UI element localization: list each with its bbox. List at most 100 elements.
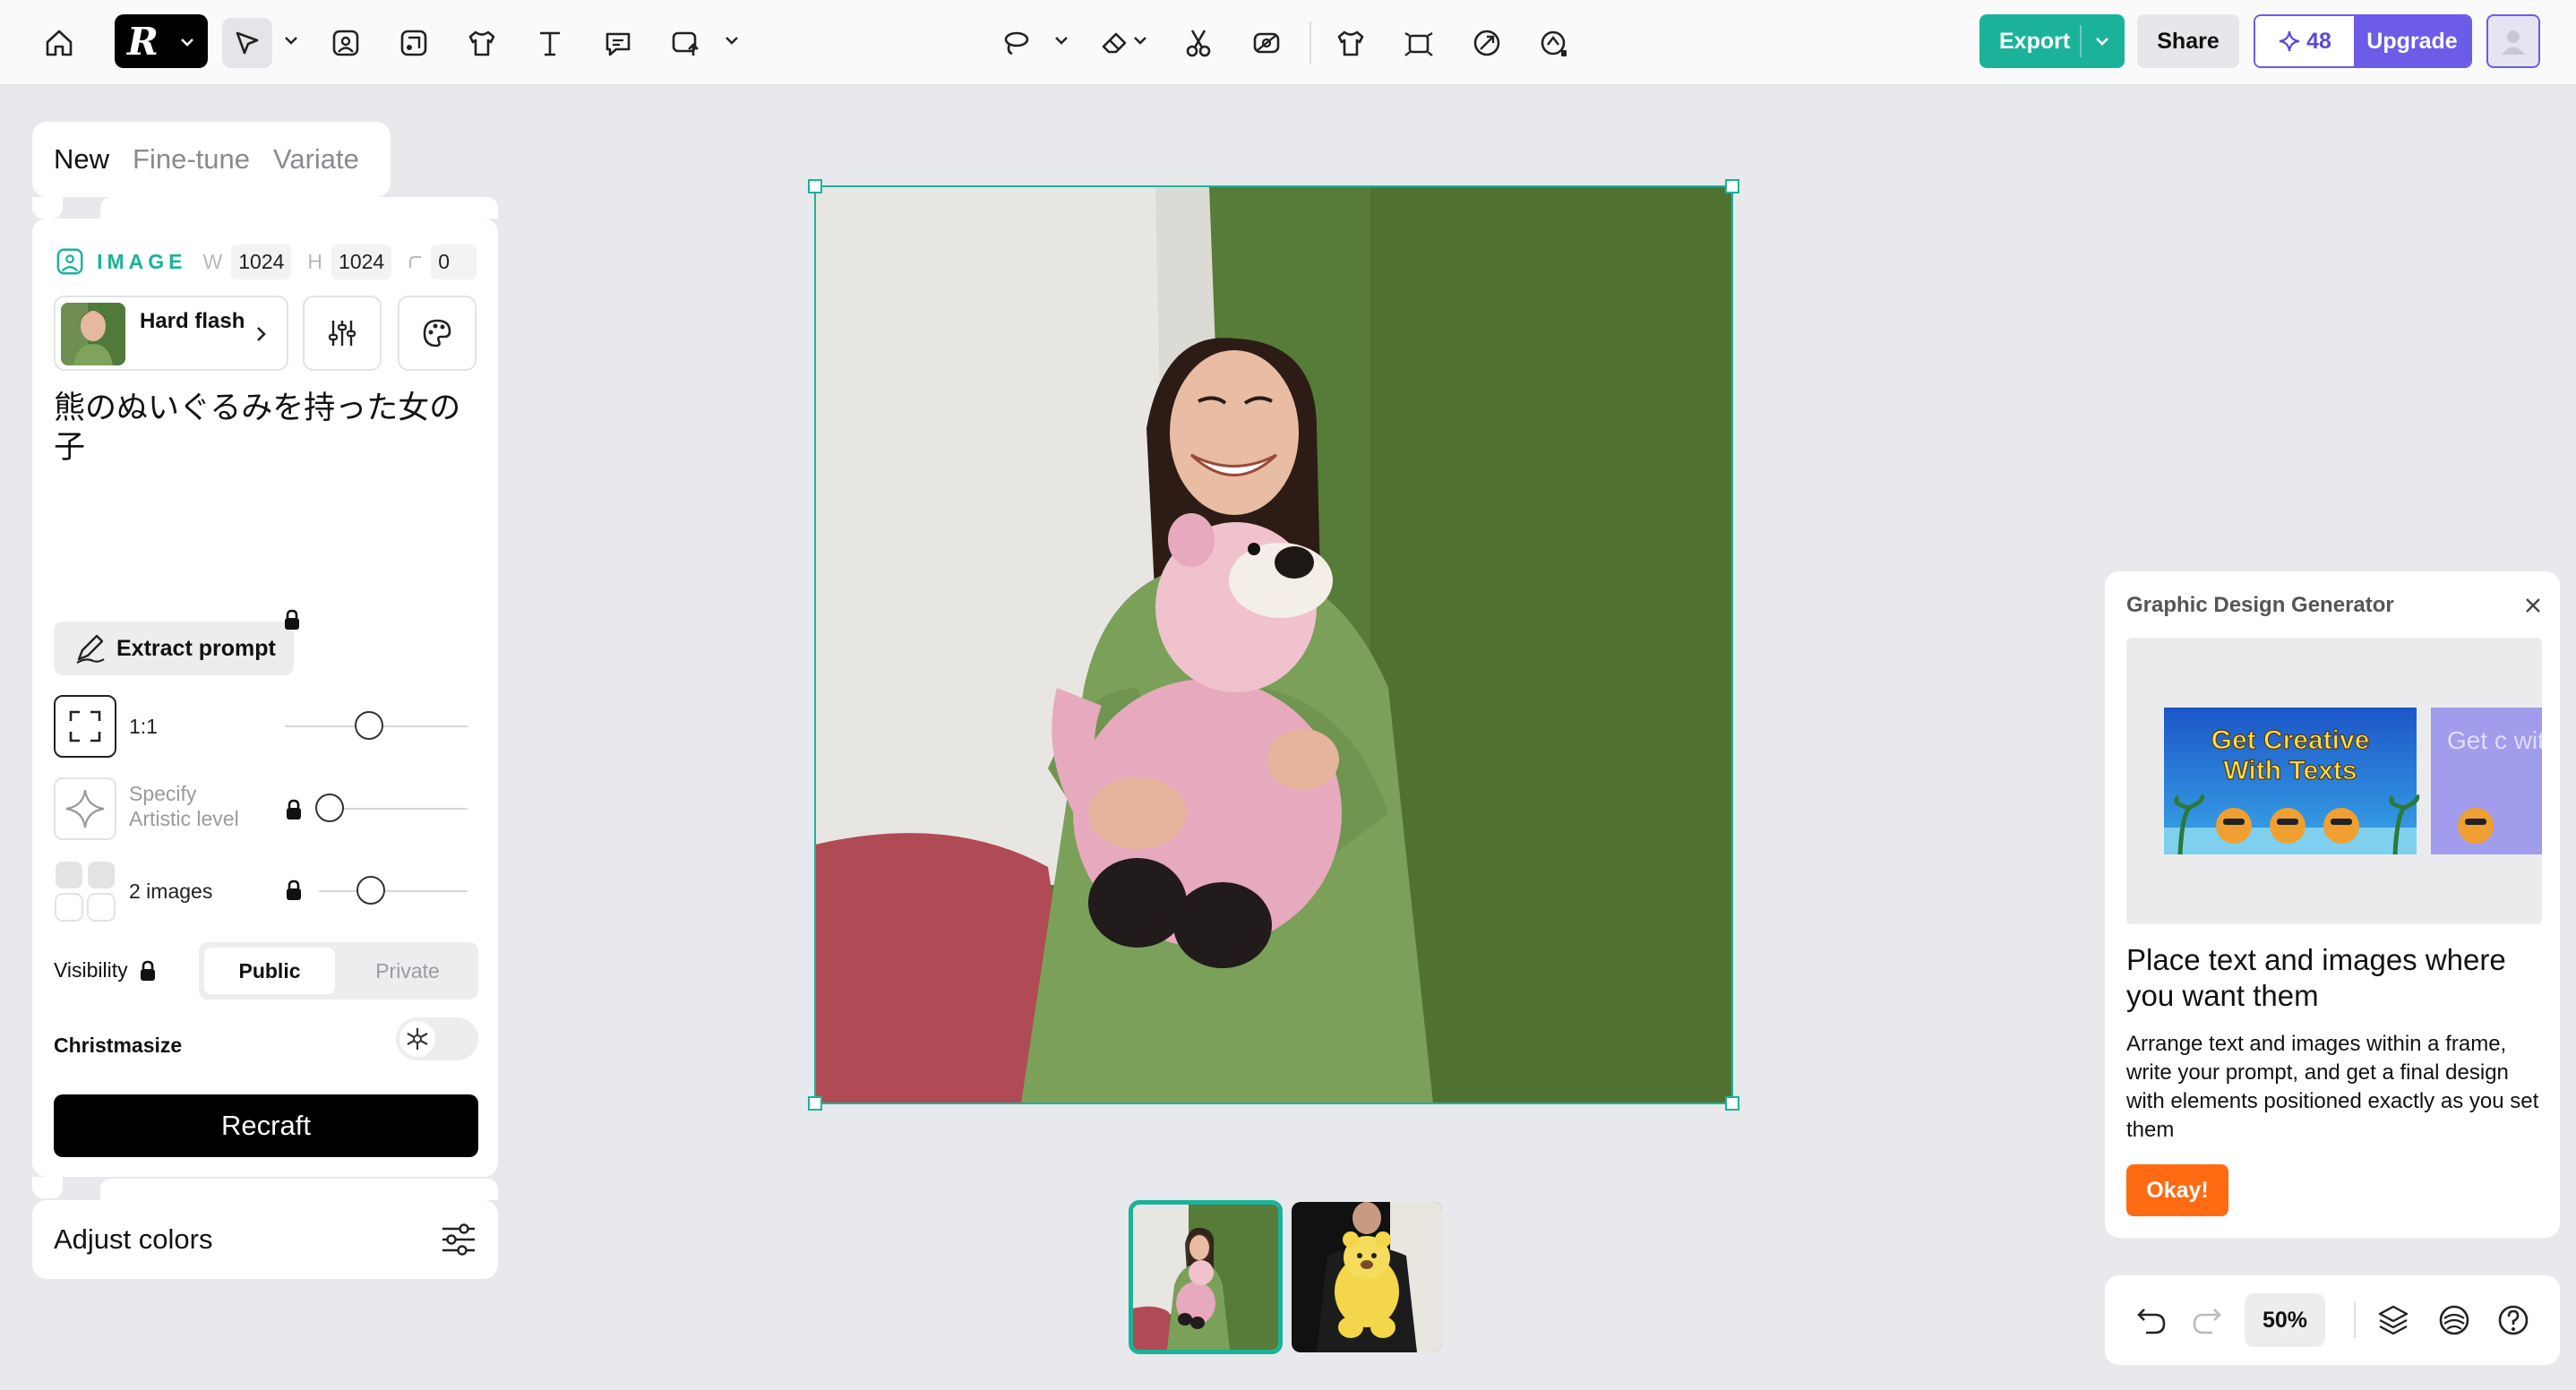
aspect-ratio-slider-handle[interactable]: [355, 711, 383, 740]
help-icon[interactable]: [2492, 1299, 2535, 1342]
style-name: Hard flash: [140, 309, 245, 333]
width-field[interactable]: W 1024: [203, 244, 292, 279]
christmasize-toggle-knob: [399, 1021, 435, 1057]
visibility-toggle: Public Private: [199, 942, 478, 1000]
credits-counter[interactable]: 48: [2255, 16, 2354, 66]
panel-connector: [100, 1179, 498, 1200]
generation-panel: IMAGE W 1024 H 1024 0 Hard flash 熊のぬいぐるみ…: [32, 219, 498, 1177]
cursor-icon: [236, 31, 259, 55]
extract-prompt-label: Extract prompt: [116, 635, 276, 661]
export-button[interactable]: Export: [1979, 14, 2125, 68]
extract-prompt-button[interactable]: Extract prompt: [54, 622, 294, 675]
seed-field[interactable]: 0: [408, 244, 477, 279]
images-count-slider-handle[interactable]: [356, 876, 385, 905]
chevron-down-icon[interactable]: [2092, 31, 2112, 51]
okay-button[interactable]: Okay!: [2126, 1164, 2228, 1216]
artistic-level-button[interactable]: [54, 777, 116, 840]
mockup-icon[interactable]: [1326, 18, 1376, 68]
home-icon[interactable]: [34, 18, 84, 68]
svg-text:With Texts: With Texts: [2223, 756, 2357, 785]
aspect-ratio-label: 1:1: [129, 715, 158, 738]
redo-icon[interactable]: [2185, 1299, 2228, 1342]
image-type-label[interactable]: IMAGE: [97, 250, 186, 274]
aspect-ratio-button[interactable]: [54, 695, 116, 758]
credits-value: 48: [2306, 28, 2331, 54]
lock-icon: [285, 799, 303, 820]
visibility-label-group: Visibility: [54, 958, 157, 982]
tab-variate[interactable]: Variate: [273, 143, 359, 176]
layers-icon[interactable]: [2372, 1299, 2415, 1342]
adjust-sliders-icon[interactable]: [439, 1220, 478, 1259]
artistic-level-slider-handle[interactable]: [315, 794, 344, 822]
vectorize-icon[interactable]: [1462, 18, 1512, 68]
graphic-design-popover: Graphic Design Generator Get Creative Wi…: [2105, 571, 2560, 1238]
image-icon[interactable]: [321, 18, 371, 68]
export-label: Export: [1999, 28, 2071, 54]
expand-image-icon[interactable]: [1394, 18, 1444, 68]
recraft-logo-menu[interactable]: R: [115, 14, 208, 68]
vector-image-icon[interactable]: [389, 18, 439, 68]
lock-icon: [283, 609, 301, 631]
christmasize-toggle[interactable]: [396, 1017, 478, 1060]
prompt-textarea[interactable]: 熊のぬいぐるみを持った女の子: [54, 389, 484, 468]
sparkle-icon: [65, 789, 105, 828]
close-icon[interactable]: [2522, 595, 2544, 616]
variant-thumbnail-2[interactable]: [1292, 1202, 1442, 1352]
images-count-slider[interactable]: [319, 890, 468, 892]
select-tool-button[interactable]: [222, 18, 272, 68]
export-divider: [2080, 25, 2082, 57]
resize-handle-bottom-right[interactable]: [1725, 1096, 1739, 1111]
preview-text-1: Get Creative: [2211, 725, 2370, 755]
user-avatar[interactable]: [2486, 14, 2540, 68]
text-tool-icon[interactable]: [525, 18, 575, 68]
adjust-colors-card[interactable]: Adjust colors: [32, 1200, 498, 1279]
tab-fine-tune[interactable]: Fine-tune: [133, 143, 250, 176]
variant-thumbnail-1[interactable]: [1129, 1200, 1283, 1354]
style-thumbnail: [61, 303, 125, 365]
lock-icon: [285, 879, 303, 901]
artistic-level-label: Specify Artistic level: [129, 782, 239, 830]
tab-new[interactable]: New: [54, 143, 109, 176]
panel-connector: [100, 197, 498, 219]
aspect-ratio-icon: [69, 710, 101, 742]
undo-icon[interactable]: [2130, 1299, 2173, 1342]
image-settings-row: IMAGE W 1024 H 1024 0: [56, 242, 477, 281]
resize-handle-top-left[interactable]: [808, 179, 822, 193]
lasso-icon[interactable]: [991, 18, 1041, 68]
zoom-level[interactable]: 50%: [2245, 1293, 2326, 1347]
canvas-controls: 50%: [2105, 1275, 2560, 1365]
popover-body: Arrange text and images within a frame, …: [2126, 1032, 2539, 1142]
selection-frame[interactable]: [814, 185, 1733, 1104]
visibility-label: Visibility: [54, 958, 128, 982]
upscale-icon[interactable]: [1530, 18, 1580, 68]
recraft-button[interactable]: Recraft: [54, 1094, 478, 1157]
share-button[interactable]: Share: [2137, 14, 2239, 68]
chevron-down-icon[interactable]: [1130, 30, 1150, 50]
remove-background-icon[interactable]: [1241, 18, 1292, 68]
lock-icon: [140, 960, 155, 981]
popover-title: Graphic Design Generator: [2126, 593, 2394, 617]
images-count-label: 2 images: [129, 879, 213, 903]
style-selector-button[interactable]: Hard flash: [54, 296, 288, 371]
settings-sliders-button[interactable]: [303, 296, 382, 371]
community-icon[interactable]: [2433, 1299, 2476, 1342]
color-palette-button[interactable]: [398, 296, 477, 371]
snowflake-icon: [407, 1028, 428, 1050]
images-count-button[interactable]: [54, 860, 116, 922]
visibility-private-option[interactable]: Private: [342, 948, 473, 994]
popover-preview: Get Creative With Texts Get c with: [2126, 638, 2542, 924]
scissors-icon[interactable]: [1173, 18, 1224, 68]
height-field[interactable]: H 1024: [307, 244, 392, 279]
user-icon: [2502, 30, 2525, 55]
upgrade-button[interactable]: Upgrade: [2354, 16, 2470, 66]
chevron-down-icon[interactable]: [1052, 30, 1071, 50]
comment-icon[interactable]: [593, 18, 643, 68]
upload-image-icon[interactable]: [661, 18, 711, 68]
chevron-down-icon[interactable]: [281, 30, 301, 50]
resize-handle-top-right[interactable]: [1725, 179, 1739, 193]
mockup-shirt-icon[interactable]: [457, 18, 507, 68]
chevron-down-icon[interactable]: [722, 30, 742, 50]
resize-handle-bottom-left[interactable]: [808, 1096, 822, 1111]
visibility-public-option[interactable]: Public: [204, 948, 335, 994]
recraft-logo: R: [127, 19, 159, 64]
